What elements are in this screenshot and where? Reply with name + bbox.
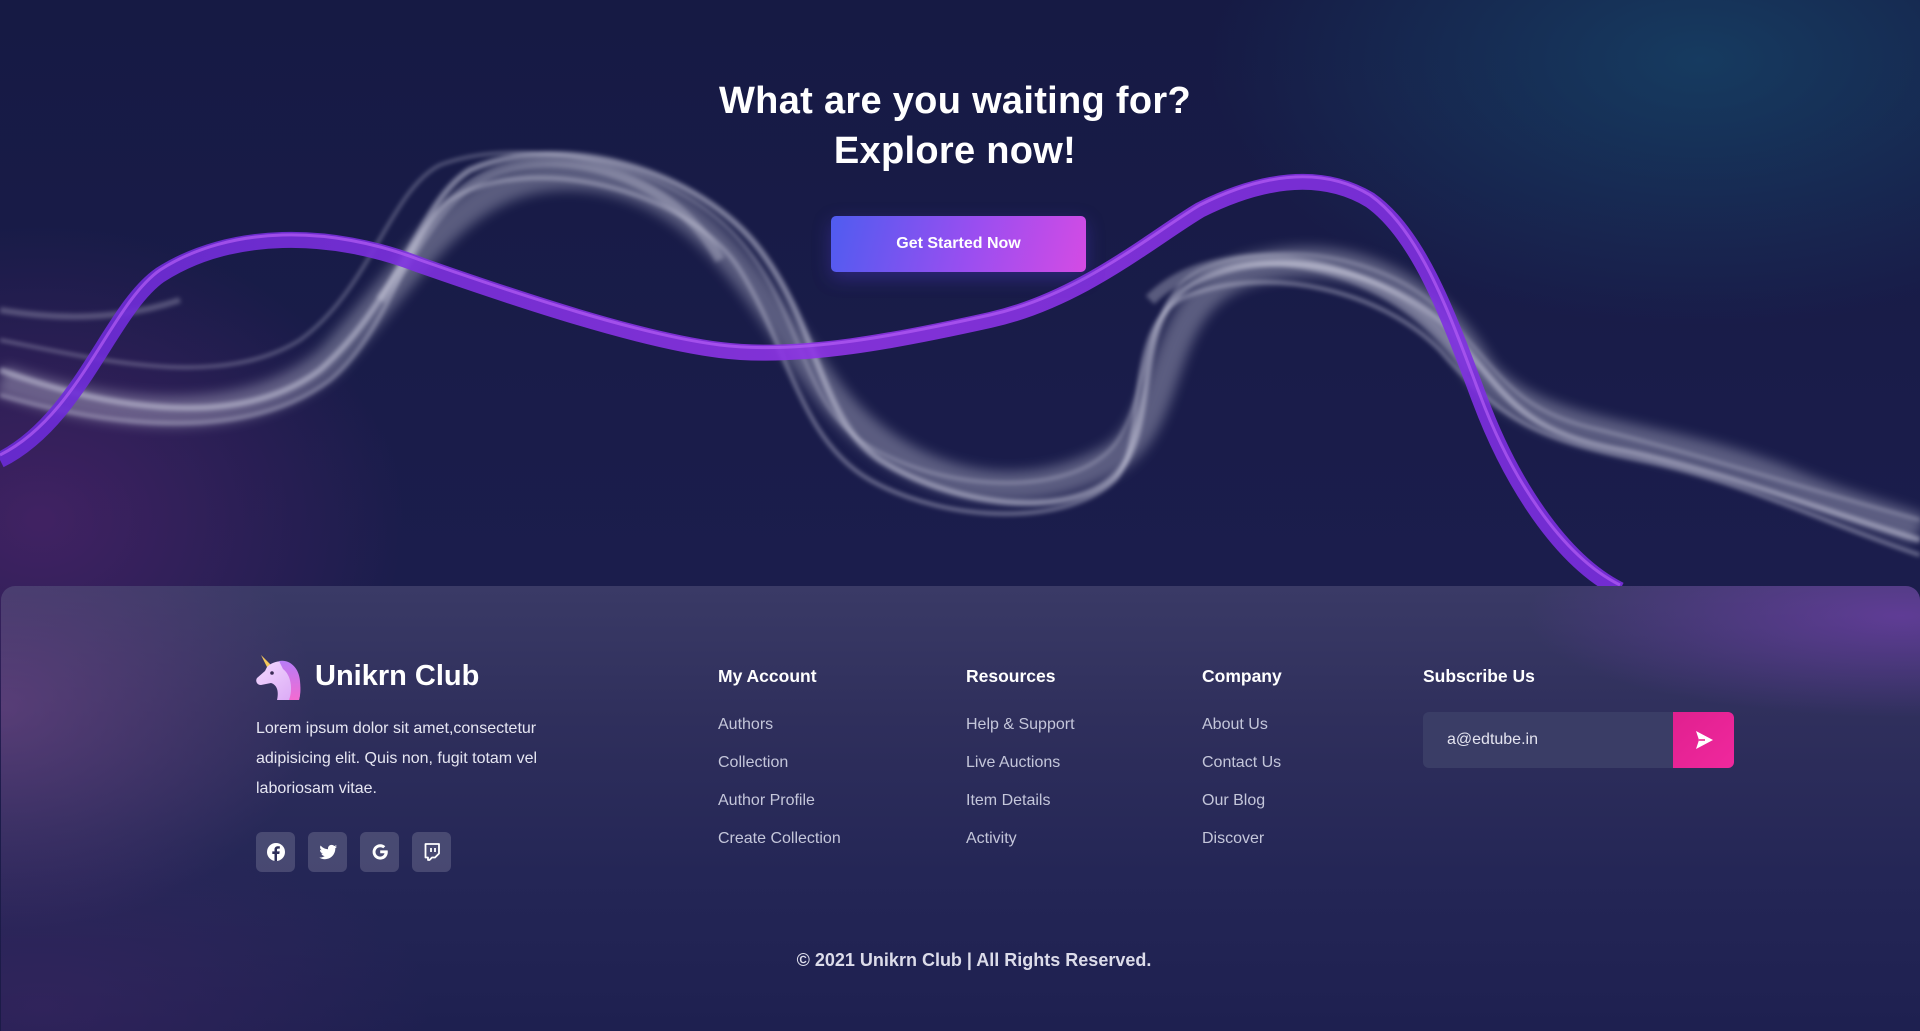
twitter-icon	[318, 844, 337, 860]
company-links: About Us Contact Us Our Blog Discover	[1202, 714, 1282, 866]
resources-links: Help & Support Live Auctions Item Detail…	[966, 714, 1075, 866]
link-live-auctions[interactable]: Live Auctions	[966, 752, 1075, 790]
link-author-profile[interactable]: Author Profile	[718, 790, 841, 828]
footer-column-resources: Resources Help & Support Live Auctions I…	[966, 664, 1075, 866]
footer-brand[interactable]: Unikrn Club	[255, 650, 479, 702]
link-authors[interactable]: Authors	[718, 714, 841, 752]
brand-name: Unikrn Club	[315, 659, 480, 692]
link-activity[interactable]: Activity	[966, 828, 1075, 866]
subscribe-button[interactable]	[1673, 712, 1734, 768]
get-started-button[interactable]: Get Started Now	[831, 216, 1086, 272]
hero-title-line-2: Explore now!	[833, 130, 1077, 172]
twitch-link[interactable]	[412, 832, 451, 872]
facebook-link[interactable]	[256, 832, 295, 872]
account-links: Authors Collection Author Profile Create…	[718, 714, 841, 866]
hero-section: What are you waiting for? Explore now! G…	[0, 0, 1920, 586]
link-discover[interactable]: Discover	[1202, 828, 1282, 866]
send-icon	[1695, 731, 1713, 749]
twitter-link[interactable]	[308, 832, 347, 872]
google-link[interactable]	[360, 832, 399, 872]
hero-title-line-1: What are you waiting for?	[719, 80, 1191, 122]
footer-column-company: Company About Us Contact Us Our Blog Dis…	[1202, 664, 1282, 866]
link-collection[interactable]: Collection	[718, 752, 841, 790]
link-item-details[interactable]: Item Details	[966, 790, 1075, 828]
subscribe-form	[1423, 712, 1734, 768]
link-create-collection[interactable]: Create Collection	[718, 828, 841, 866]
facebook-icon	[266, 843, 285, 861]
column-title-company: Company	[1202, 666, 1282, 686]
column-title-resources: Resources	[966, 666, 1056, 686]
link-about-us[interactable]: About Us	[1202, 714, 1282, 752]
page: What are you waiting for? Explore now! G…	[0, 0, 1920, 1031]
link-our-blog[interactable]: Our Blog	[1202, 790, 1282, 828]
social-links	[256, 832, 451, 872]
google-icon	[372, 844, 388, 860]
link-help-support[interactable]: Help & Support	[966, 714, 1075, 752]
link-contact-us[interactable]: Contact Us	[1202, 752, 1282, 790]
footer-column-my-account: My Account Authors Collection Author Pro…	[718, 664, 841, 866]
column-title-subscribe: Subscribe Us	[1423, 666, 1535, 686]
copyright-text: © 2021 Unikrn Club | All Rights Reserved…	[796, 950, 1152, 970]
unicorn-icon	[256, 655, 301, 700]
column-title-my-account: My Account	[718, 666, 817, 686]
brand-description: Lorem ipsum dolor sit amet,consectetur a…	[256, 720, 538, 797]
footer-column-subscribe: Subscribe Us	[1423, 664, 1535, 688]
email-field[interactable]	[1423, 712, 1673, 768]
twitch-icon	[424, 843, 440, 861]
